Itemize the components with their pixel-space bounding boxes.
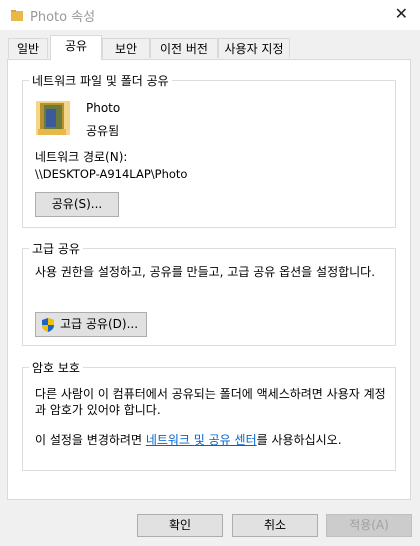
share-button[interactable]: 공유(S)... xyxy=(35,192,119,217)
shared-folder-icon xyxy=(36,101,70,135)
change-settings-text: 이 설정을 변경하려면 네트워크 및 공유 센터를 사용하십시오. xyxy=(35,431,342,448)
folder-share-status: 공유됨 xyxy=(86,124,120,138)
cancel-button[interactable]: 취소 xyxy=(232,514,318,537)
apply-button[interactable]: 적용(A) xyxy=(326,514,412,537)
tab-sharing[interactable]: 공유 xyxy=(50,35,102,60)
uac-shield-icon xyxy=(42,318,54,332)
network-path-value[interactable]: \\DESKTOP-A914LAP\Photo xyxy=(35,167,187,181)
network-path-label: 네트워크 경로(N): xyxy=(35,150,128,164)
tab-security[interactable]: 보안 xyxy=(102,38,150,58)
network-sharing-center-link[interactable]: 네트워크 및 공유 센터 xyxy=(146,433,257,447)
password-protection-group-title: 암호 보호 xyxy=(29,359,83,376)
change-settings-prefix: 이 설정을 변경하려면 xyxy=(35,433,146,447)
tab-general[interactable]: 일반 xyxy=(8,38,48,58)
network-share-group-title: 네트워크 파일 및 폴더 공유 xyxy=(29,72,172,89)
tab-customize[interactable]: 사용자 지정 xyxy=(218,38,290,58)
tab-previous-versions[interactable]: 이전 버전 xyxy=(150,38,218,58)
change-settings-suffix: 를 사용하십시오. xyxy=(256,433,342,447)
close-button[interactable]: ✕ xyxy=(395,4,408,23)
password-protection-group: 암호 보호 xyxy=(22,359,396,471)
folder-icon xyxy=(11,10,23,21)
ok-button[interactable]: 확인 xyxy=(137,514,223,537)
password-protection-description: 다른 사람이 이 컴퓨터에서 공유되는 폴더에 액세스하려면 사용자 계정과 암… xyxy=(35,387,386,417)
folder-name: Photo xyxy=(86,101,121,115)
advanced-share-button-label: 고급 공유(D)... xyxy=(59,317,139,331)
title-bar: Photo 속성 ✕ xyxy=(0,0,420,30)
advanced-share-description: 사용 권한을 설정하고, 공유를 만들고, 고급 공유 옵션을 설정합니다. xyxy=(35,265,376,279)
advanced-share-group-title: 고급 공유 xyxy=(29,240,83,257)
advanced-share-button[interactable]: 고급 공유(D)... xyxy=(35,312,147,337)
window-title: Photo 속성 xyxy=(30,10,96,25)
